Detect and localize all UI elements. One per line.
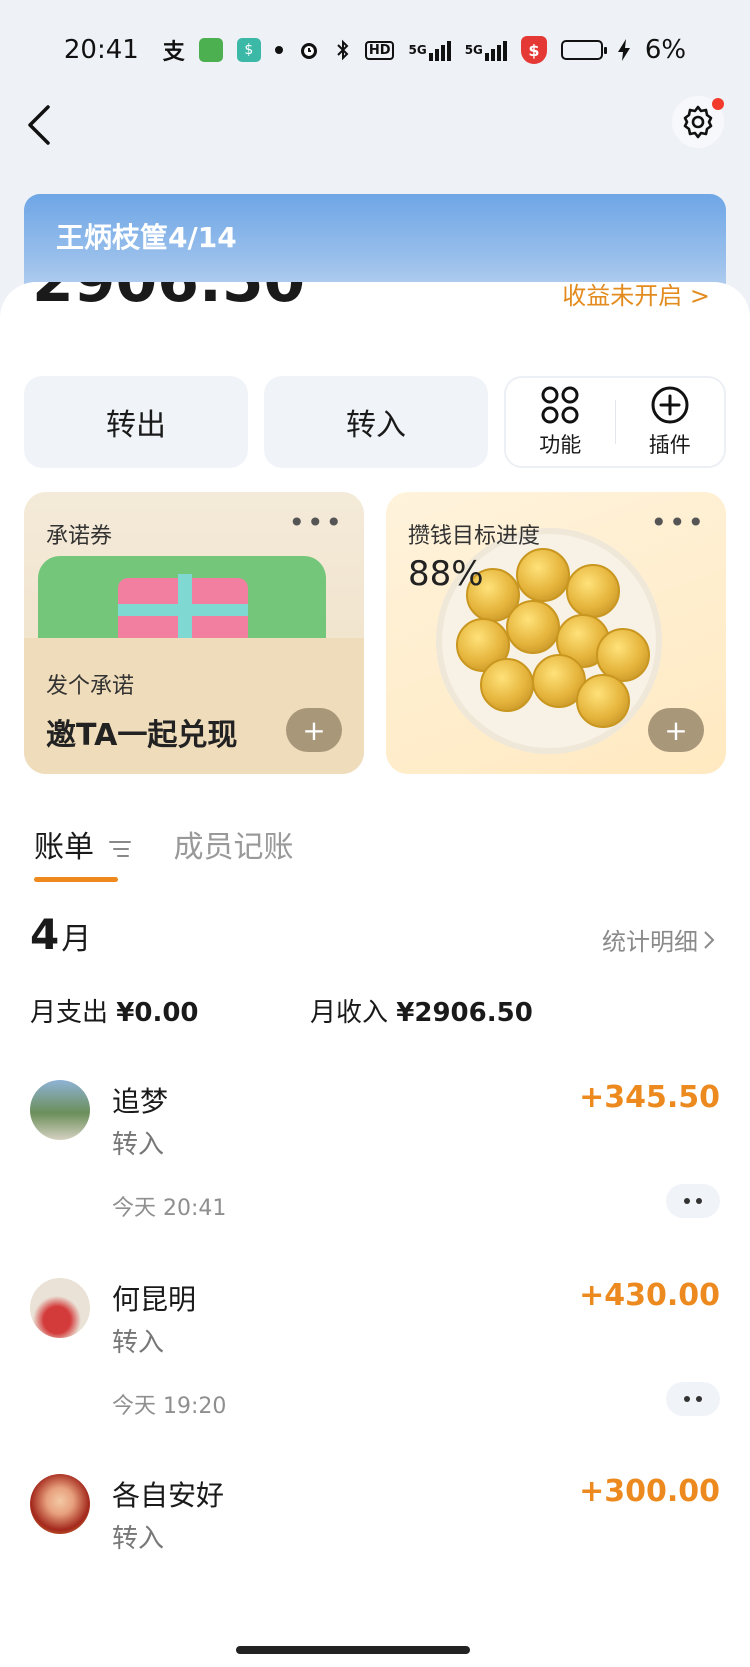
battery-icon xyxy=(560,40,607,60)
monthly-expense-label: 月支出 xyxy=(30,998,109,1028)
transfer-in-button[interactable]: 转入 xyxy=(264,376,488,468)
transfer-out-button[interactable]: 转出 xyxy=(24,376,248,468)
gear-icon xyxy=(683,105,713,139)
plus-circle-icon xyxy=(651,386,689,424)
network-1-label: 5G xyxy=(408,43,427,57)
stats-detail-label: 统计明细 xyxy=(602,928,698,956)
signal-2-icon: 5G xyxy=(465,39,507,61)
charging-bolt-icon xyxy=(617,38,631,62)
avatar xyxy=(30,1474,90,1534)
transaction-amount: +300.00 xyxy=(579,1474,720,1509)
more-options-button[interactable] xyxy=(666,1184,720,1218)
tab-member-records[interactable]: 成员记账 xyxy=(174,822,294,882)
add-savings-button[interactable]: + xyxy=(648,708,704,752)
more-icon[interactable]: ••• xyxy=(288,509,344,537)
plugins-label: 插件 xyxy=(648,433,691,457)
settings-button[interactable] xyxy=(672,96,724,148)
network-2-label: 5G xyxy=(464,43,483,57)
main-sheet: 2906.50 收益未开启 > 转出 转入 功能 插件 承诺券 ••• xyxy=(0,282,750,1667)
earnings-link[interactable]: 收益未开启 > xyxy=(562,282,710,311)
month-number: 4 xyxy=(30,910,60,959)
signal-1-icon: 5G xyxy=(408,39,451,61)
battery-percent: 6% xyxy=(644,35,687,65)
more-options-button[interactable] xyxy=(666,1382,720,1416)
transaction-type: 转入 xyxy=(112,1524,165,1554)
promise-subtitle: 发个承诺 xyxy=(46,674,135,699)
coin-icon xyxy=(576,674,630,728)
grid-four-circles-icon xyxy=(541,386,579,424)
bluetooth-icon xyxy=(335,38,351,62)
alarm-icon xyxy=(297,38,321,62)
savings-goal-card[interactable]: 攒钱目标进度 ••• 88% + xyxy=(386,492,726,774)
month-unit: 月 xyxy=(61,922,92,957)
tools-box: 功能 插件 xyxy=(504,376,726,468)
stats-detail-link[interactable]: 统计明细 xyxy=(602,922,716,957)
savings-goal-percent: 88% xyxy=(408,554,484,594)
chevron-left-icon xyxy=(28,105,50,145)
filter-lines-icon[interactable] xyxy=(108,838,132,860)
transaction-row[interactable]: 何昆明 转入 今天 19:20 +430.00 xyxy=(0,1278,750,1468)
message-icon xyxy=(198,38,223,62)
coin-icon xyxy=(516,548,570,602)
transaction-time: 今天 19:20 xyxy=(112,1394,227,1419)
home-indicator[interactable] xyxy=(236,1646,470,1654)
transaction-name: 各自安好 xyxy=(112,1479,225,1512)
transaction-time: 今天 20:41 xyxy=(112,1196,227,1221)
tabs: 账单 成员记账 xyxy=(34,822,294,882)
status-bar: 20:41 支 $ HD 5G 5G $ 6% xyxy=(0,0,750,100)
transaction-amount: +430.00 xyxy=(579,1278,720,1313)
tab-bills[interactable]: 账单 xyxy=(34,822,132,882)
more-icon[interactable]: ••• xyxy=(650,509,706,537)
promise-coupon-title: 承诺券 xyxy=(46,524,113,549)
notification-badge xyxy=(712,98,724,110)
functions-button[interactable]: 功能 xyxy=(506,378,615,466)
transaction-amount: +345.50 xyxy=(579,1080,720,1115)
chevron-right-icon xyxy=(704,930,715,949)
notification-dot-icon xyxy=(274,46,283,54)
coin-icon xyxy=(566,564,620,618)
transaction-type: 转入 xyxy=(112,1130,165,1160)
month-title: 4 月 xyxy=(30,910,91,959)
monthly-income-value: ¥2906.50 xyxy=(396,998,533,1028)
transaction-type: 转入 xyxy=(112,1328,165,1358)
account-card-title: 王炳枝筐4/14 xyxy=(56,221,237,254)
savings-goal-title: 攒钱目标进度 xyxy=(408,524,541,549)
security-shield-icon: $ xyxy=(520,36,547,64)
back-button[interactable] xyxy=(24,100,64,150)
hd-icon: HD xyxy=(364,40,395,60)
balance-amount: 2906.50 xyxy=(32,282,305,316)
monthly-expense-value: ¥0.00 xyxy=(116,998,199,1028)
avatar xyxy=(30,1278,90,1338)
alipay-icon: 支 xyxy=(162,40,185,65)
coin-icon xyxy=(506,600,560,654)
coin-icon xyxy=(480,658,534,712)
monthly-income: 月收入 ¥2906.50 xyxy=(310,992,533,1029)
envelope: 发个承诺 邀TA一起兑现 xyxy=(24,638,364,774)
gift-ribbon xyxy=(118,604,248,616)
functions-label: 功能 xyxy=(539,433,582,457)
plugins-button[interactable]: 插件 xyxy=(616,378,725,466)
promise-coupon-card[interactable]: 承诺券 ••• 发个承诺 邀TA一起兑现 + xyxy=(24,492,364,774)
promise-main-text: 邀TA一起兑现 xyxy=(46,718,238,753)
transaction-name: 何昆明 xyxy=(112,1283,197,1316)
add-promise-button[interactable]: + xyxy=(286,708,342,752)
transaction-row[interactable]: 各自安好 转入 +300.00 xyxy=(0,1474,750,1664)
tab-bills-label: 账单 xyxy=(34,830,94,865)
avatar xyxy=(30,1080,90,1140)
status-time: 20:41 xyxy=(63,35,139,65)
transaction-name: 追梦 xyxy=(112,1085,169,1118)
monthly-income-label: 月收入 xyxy=(310,998,389,1028)
monthly-expense: 月支出 ¥0.00 xyxy=(30,992,199,1029)
wallet-icon: $ xyxy=(236,38,261,62)
transaction-row[interactable]: 追梦 转入 今天 20:41 +345.50 xyxy=(0,1080,750,1270)
